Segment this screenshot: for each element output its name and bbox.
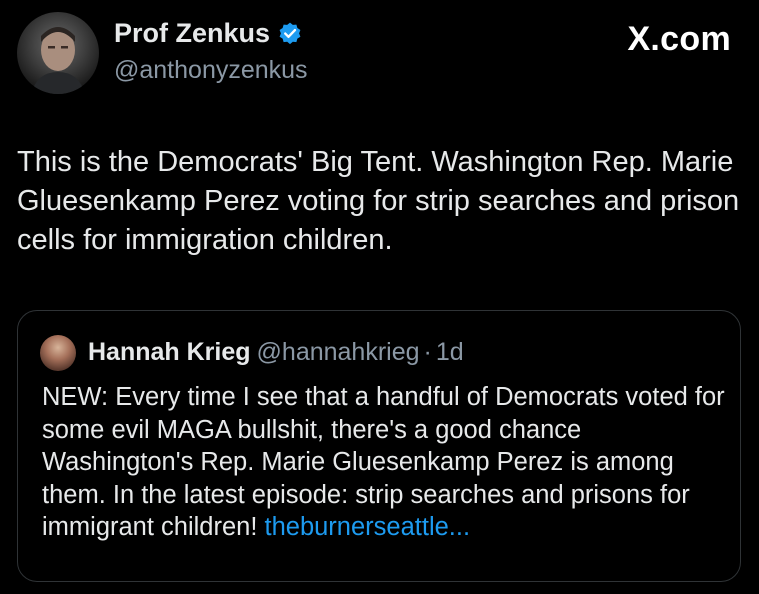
x-logo: X.com [627, 20, 731, 58]
verified-badge-icon [277, 21, 303, 47]
author-avatar[interactable] [17, 12, 99, 94]
author-name[interactable]: Prof Zenkus [114, 18, 303, 49]
timestamp-separator: · [423, 338, 432, 366]
quoted-author-avatar[interactable] [40, 335, 76, 371]
tweet-text: This is the Democrats' Big Tent. Washing… [17, 146, 740, 256]
quoted-timestamp[interactable]: 1d [436, 338, 464, 366]
author-name-text[interactable]: Prof Zenkus [114, 18, 270, 49]
quoted-tweet-header: Hannah Krieg @hannahkrieg · 1d [88, 338, 464, 367]
quoted-tweet-text: NEW: Every time I see that a handful of … [42, 381, 732, 544]
quoted-tweet-link[interactable]: theburnerseattle... [265, 513, 471, 541]
quoted-author-name[interactable]: Hannah Krieg [88, 338, 251, 366]
quoted-author-handle[interactable]: @hannahkrieg [257, 338, 420, 366]
quoted-tweet-card[interactable]: Hannah Krieg @hannahkrieg · 1d NEW: Every t… [17, 310, 741, 582]
author-handle[interactable]: @anthonyzenkus [114, 56, 308, 85]
